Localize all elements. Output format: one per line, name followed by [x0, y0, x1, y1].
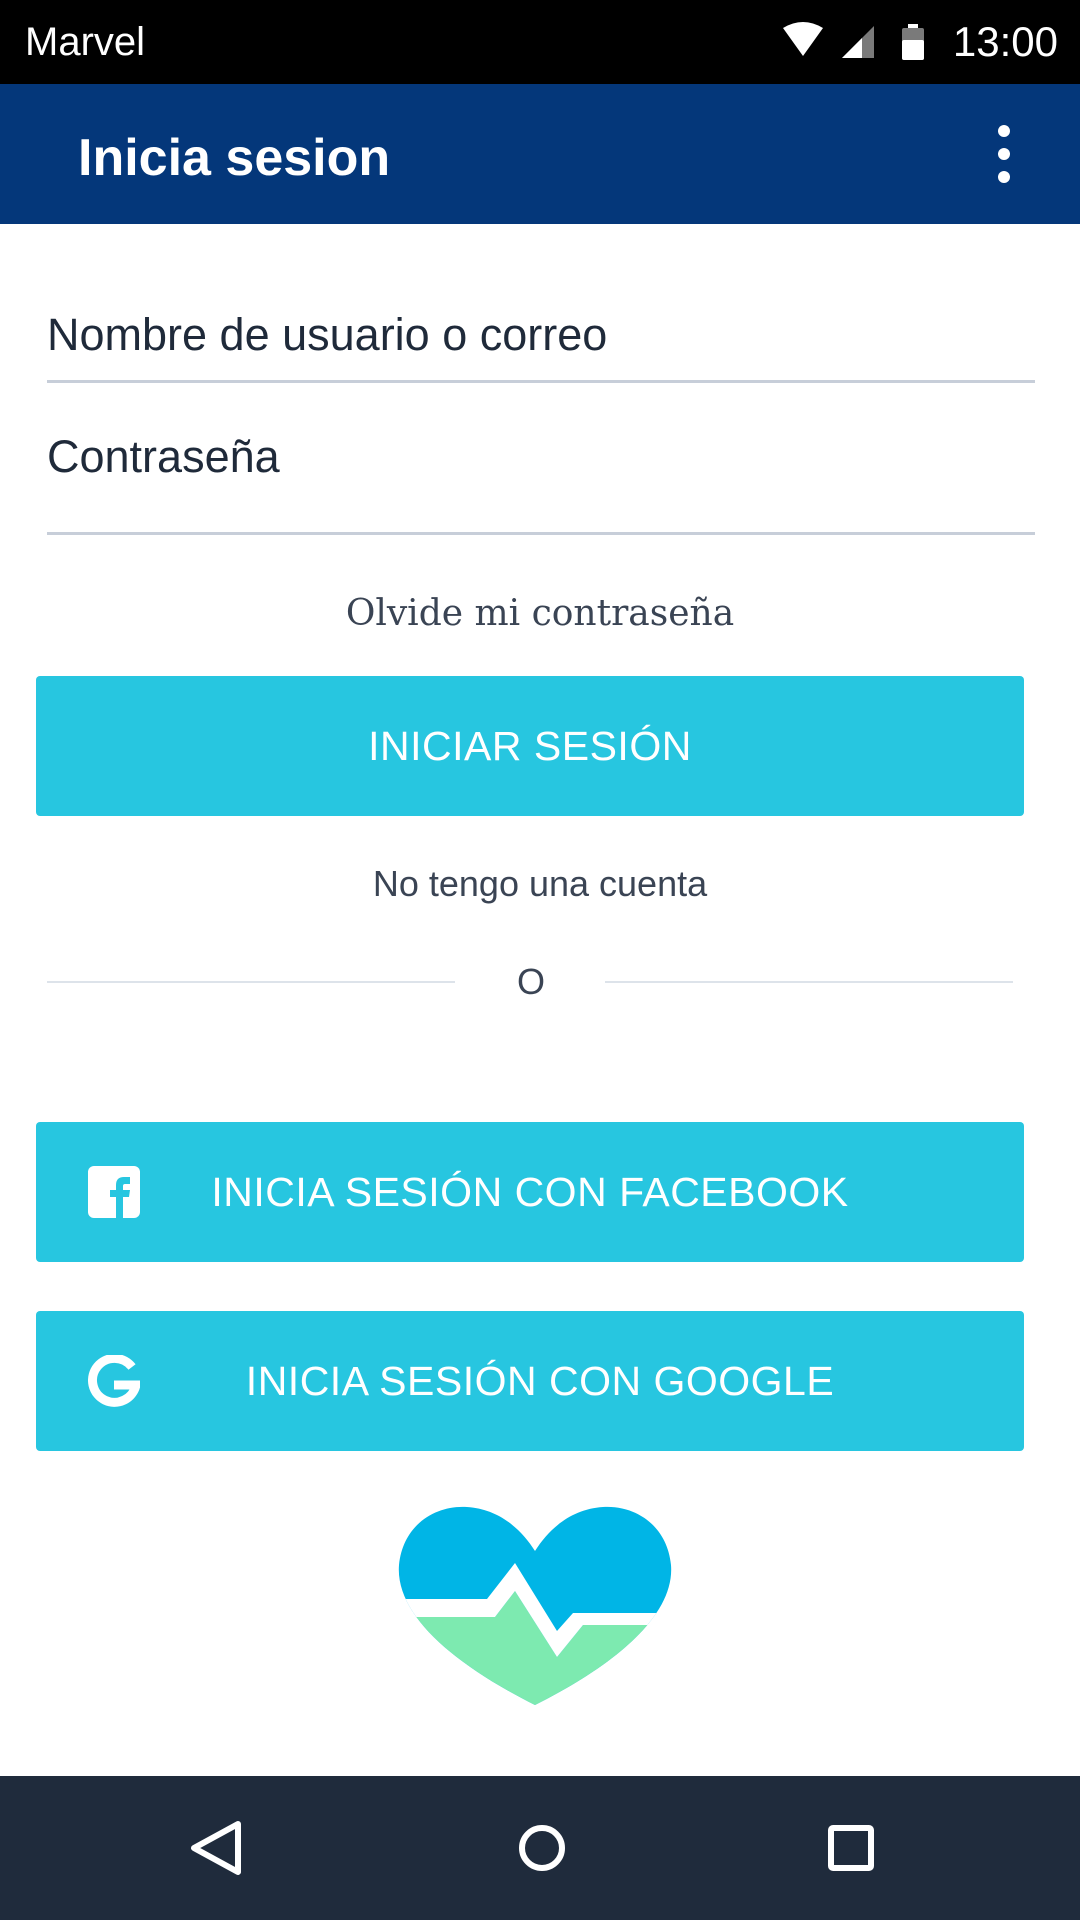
signal-icon [842, 26, 874, 58]
no-account-link[interactable]: No tengo una cuenta [0, 862, 1080, 906]
facebook-icon [88, 1166, 140, 1218]
battery-icon [902, 24, 924, 60]
divider-left [47, 981, 455, 983]
divider-right [605, 981, 1013, 983]
forgot-password-link[interactable]: Olvide mi contraseña [0, 590, 1080, 638]
carrier-name: Marvel [25, 20, 146, 64]
app-bar: Inicia sesion [0, 84, 1080, 224]
page-title: Inicia sesion [78, 129, 391, 187]
more-vert-icon[interactable] [980, 114, 1028, 194]
clock: 13:00 [952, 18, 1058, 65]
google-icon [88, 1355, 140, 1407]
google-login-button[interactable]: INICIA SESIÓN CON GOOGLE [36, 1311, 1024, 1451]
status-bar: Marvel 13:00 [0, 0, 1080, 84]
facebook-button-label: INICIA SESIÓN CON FACEBOOK [211, 1169, 849, 1215]
home-icon[interactable] [506, 1812, 578, 1884]
divider-text: O [516, 961, 545, 1002]
username-input[interactable] [47, 290, 1035, 383]
system-nav-bar [0, 1776, 1080, 1920]
back-icon[interactable] [180, 1812, 252, 1884]
google-button-label: INICIA SESIÓN CON GOOGLE [245, 1358, 835, 1404]
login-button[interactable]: INICIAR SESIÓN [36, 676, 1024, 816]
login-button-label: INICIAR SESIÓN [368, 723, 692, 769]
recents-icon[interactable] [815, 1812, 887, 1884]
status-icons [783, 22, 924, 60]
password-input[interactable] [47, 422, 1035, 535]
heart-pulse-icon [398, 1506, 672, 1705]
facebook-login-button[interactable]: INICIA SESIÓN CON FACEBOOK [36, 1122, 1024, 1262]
wifi-icon [783, 22, 823, 56]
